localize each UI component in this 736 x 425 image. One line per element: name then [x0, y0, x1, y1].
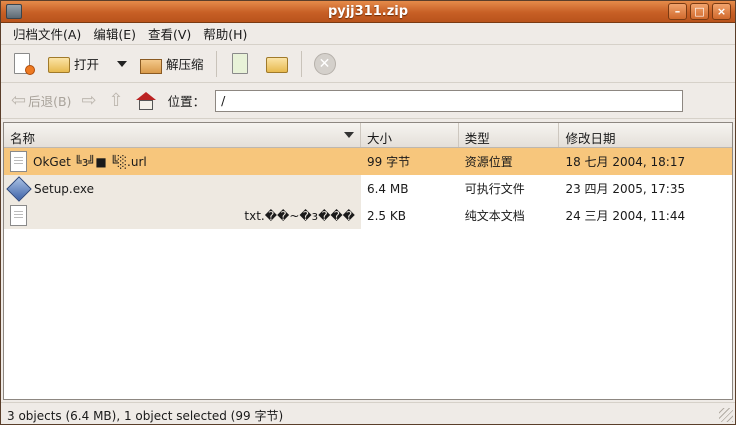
maximize-button[interactable]: □ — [690, 3, 709, 20]
toolbar: 打开 解压缩 ✕ — [1, 45, 735, 83]
toolbar-separator — [300, 50, 302, 77]
open-menu-dropdown[interactable] — [107, 48, 131, 80]
add-folder-icon — [265, 52, 289, 76]
title-bar[interactable]: pyjj311.zip – □ × — [1, 1, 735, 23]
file-list: 名称 大小 类型 修改日期 OkGet ╚з╝■ ╚░.url 99 字节 资源… — [3, 122, 733, 400]
file-list-header: 名称 大小 类型 修改日期 — [4, 123, 732, 148]
new-archive-icon — [11, 52, 35, 76]
file-size: 2.5 KB — [366, 208, 406, 223]
column-header-type[interactable]: 类型 — [459, 123, 560, 147]
column-header-name[interactable]: 名称 — [4, 123, 361, 147]
home-icon[interactable] — [135, 91, 156, 110]
extract-label: 解压缩 — [166, 57, 204, 72]
chevron-down-icon — [117, 60, 128, 67]
close-button[interactable]: × — [712, 3, 731, 20]
executable-icon — [6, 175, 32, 202]
file-type: 资源位置 — [464, 155, 513, 169]
file-date: 24 三月 2004, 11:44 — [565, 209, 686, 223]
open-button[interactable]: 打开 — [43, 48, 103, 80]
file-size: 6.4 MB — [366, 181, 409, 196]
extract-button[interactable]: 解压缩 — [135, 48, 208, 80]
new-archive-button[interactable] — [7, 48, 39, 80]
window-title: pyjj311.zip — [327, 4, 409, 19]
location-label: 位置： — [167, 94, 206, 109]
menu-archive[interactable]: 归档文件(A) — [7, 24, 87, 43]
add-files-icon — [229, 52, 253, 76]
column-header-size[interactable]: 大小 — [361, 123, 459, 147]
forward-button[interactable]: ⇨ — [81, 90, 98, 111]
file-icon — [10, 151, 27, 172]
file-name: txt.��~�з��� — [244, 208, 355, 223]
stop-icon: ✕ — [313, 52, 336, 75]
location-input[interactable] — [215, 89, 684, 112]
menu-help[interactable]: 帮助(H) — [197, 24, 253, 43]
back-arrow-icon: ⇦ — [11, 90, 27, 111]
menu-view[interactable]: 查看(V) — [142, 24, 197, 43]
minimize-button[interactable]: – — [668, 3, 687, 20]
resize-grip-icon[interactable] — [719, 408, 733, 422]
back-button[interactable]: ⇦ 后退(B) — [11, 90, 71, 111]
table-row[interactable]: OkGet ╚з╝■ ╚░.url 99 字节 资源位置 18 七月 2004,… — [4, 148, 732, 175]
up-button[interactable]: ⇧ — [109, 90, 126, 111]
file-name: Setup.exe — [34, 181, 95, 196]
menu-bar: 归档文件(A) 编辑(E) 查看(V) 帮助(H) — [1, 23, 735, 45]
file-type: 纯文本文档 — [464, 209, 525, 223]
add-files-button[interactable] — [225, 48, 257, 80]
file-type: 可执行文件 — [464, 182, 525, 196]
column-header-date[interactable]: 修改日期 — [559, 123, 732, 147]
status-text: 3 objects (6.4 MB), 1 object selected (9… — [7, 409, 284, 423]
file-date: 23 四月 2005, 17:35 — [565, 182, 686, 196]
file-name: OkGet ╚з╝■ ╚░.url — [33, 154, 147, 169]
forward-arrow-icon: ⇨ — [81, 90, 97, 111]
status-bar: 3 objects (6.4 MB), 1 object selected (9… — [1, 402, 735, 424]
table-row[interactable]: txt.��~�з��� 2.5 KB 纯文本文档 24 三月 2004, 11… — [4, 202, 732, 229]
location-bar: ⇦ 后退(B) ⇨ ⇧ 位置： — [1, 83, 735, 119]
back-label: 后退(B) — [28, 94, 72, 109]
sort-descending-icon — [343, 132, 354, 138]
menu-edit[interactable]: 编辑(E) — [87, 24, 142, 43]
file-icon — [10, 205, 27, 226]
table-row[interactable]: Setup.exe 6.4 MB 可执行文件 23 四月 2005, 17:35 — [4, 175, 732, 202]
open-folder-icon — [47, 52, 71, 76]
file-size: 99 字节 — [366, 155, 411, 169]
file-date: 18 七月 2004, 18:17 — [565, 155, 686, 169]
up-arrow-icon: ⇧ — [108, 90, 124, 111]
archive-manager-window: pyjj311.zip – □ × 归档文件(A) 编辑(E) 查看(V) 帮助… — [0, 0, 736, 425]
toolbar-separator — [215, 50, 217, 77]
add-folder-button[interactable] — [261, 48, 293, 80]
stop-button[interactable]: ✕ — [310, 48, 340, 80]
open-label: 打开 — [74, 57, 100, 72]
extract-box-icon — [139, 52, 163, 76]
